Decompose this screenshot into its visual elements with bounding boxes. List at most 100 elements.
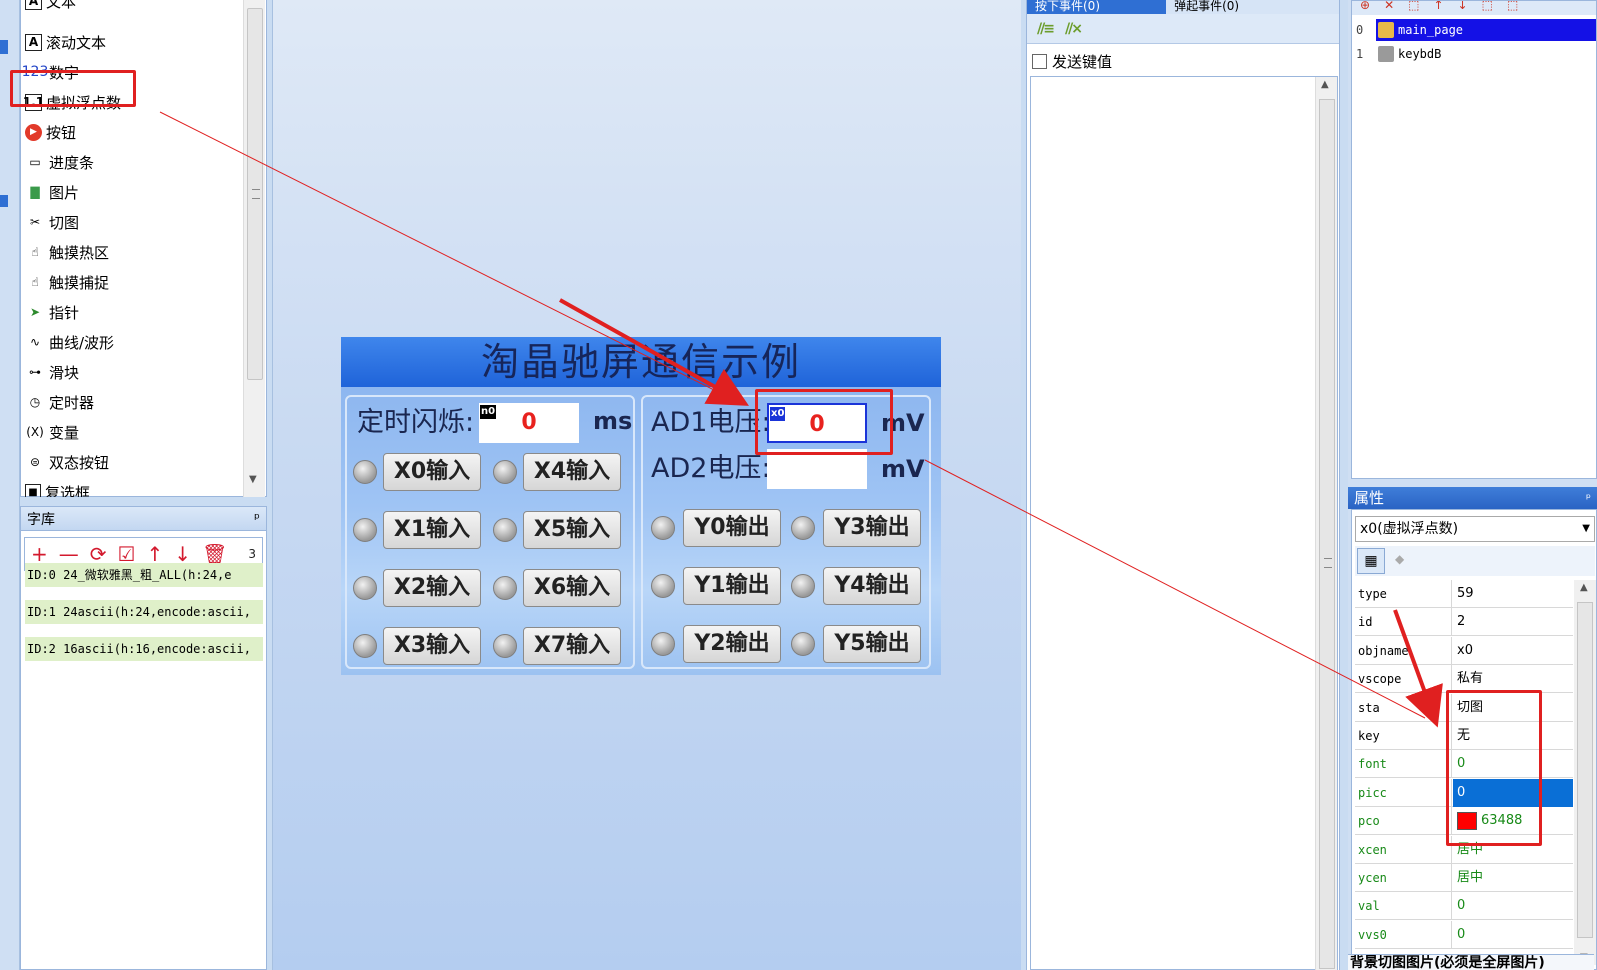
- property-row-objname[interactable]: objname x0: [1355, 636, 1573, 665]
- input-button[interactable]: X0输入: [383, 453, 481, 491]
- tool-progress-bar[interactable]: ▭ 进度条: [25, 149, 94, 175]
- tool-number[interactable]: 123 数字: [22, 59, 79, 85]
- property-value[interactable]: 切图: [1453, 694, 1573, 722]
- tool-picture[interactable]: ▇ 图片: [25, 179, 79, 205]
- tool-touch-capture[interactable]: ☝ 触摸捕捉: [25, 269, 109, 295]
- tool-touch-hotspot[interactable]: ☝ 触摸热区: [25, 239, 109, 265]
- property-value[interactable]: x0: [1453, 637, 1573, 665]
- design-canvas[interactable]: 淘晶驰屏通信示例 定时闪烁: n0 0 ms X0输入 X4输入 X1输入 X5输入 X…: [272, 0, 1021, 970]
- categorized-view-icon[interactable]: ▦: [1357, 548, 1385, 574]
- property-value[interactable]: 0: [1453, 921, 1573, 949]
- send-key-checkbox[interactable]: [1032, 53, 1047, 69]
- tab-press-event[interactable]: 按下事件(0): [1027, 0, 1167, 14]
- edge-marker: [0, 40, 8, 54]
- event-view-icon[interactable]: ◆: [1395, 552, 1404, 566]
- paste-page-icon[interactable]: ⬚: [1507, 1, 1518, 15]
- tab-release-event[interactable]: 弹起事件(0): [1166, 0, 1339, 14]
- tool-scroll-text[interactable]: A 滚动文本: [25, 29, 106, 55]
- input-button[interactable]: X5输入: [523, 511, 621, 549]
- comment-icon[interactable]: //≡: [1037, 21, 1055, 37]
- property-value[interactable]: 0: [1453, 892, 1573, 920]
- editor-scroll-thumb[interactable]: [1319, 99, 1335, 969]
- property-value[interactable]: 居中: [1453, 864, 1573, 892]
- pin-icon[interactable]: ᵖ: [1586, 487, 1591, 509]
- ad1-virtual-float-field[interactable]: x0 0: [767, 403, 867, 443]
- scroll-up-icon[interactable]: ▲: [1321, 79, 1329, 90]
- object-selector[interactable]: x0(虚拟浮点数) ▼: [1355, 516, 1595, 542]
- move-up-icon[interactable]: ↑: [1433, 1, 1443, 15]
- property-value[interactable]: 私有: [1453, 665, 1573, 693]
- send-key-checkbox-row[interactable]: 发送键值: [1027, 44, 1339, 78]
- property-row-vvs0[interactable]: vvs0 0: [1355, 920, 1573, 949]
- toolbox-scroll-thumb[interactable]: [247, 8, 263, 380]
- selected-object: x0(虚拟浮点数): [1360, 521, 1459, 537]
- move-down-icon[interactable]: ↓: [1458, 1, 1468, 15]
- input-button[interactable]: X4输入: [523, 453, 621, 491]
- tool-scissors[interactable]: ✂ 切图: [25, 209, 79, 235]
- page-item[interactable]: 0 main_page: [1352, 19, 1597, 41]
- copy-page-icon[interactable]: ⬚: [1482, 1, 1493, 15]
- tool-pointer[interactable]: ➤ 指针: [25, 299, 79, 325]
- property-row-sta[interactable]: sta 切图: [1355, 693, 1573, 722]
- property-value[interactable]: 无: [1453, 722, 1573, 750]
- output-button[interactable]: Y3输出: [823, 509, 921, 547]
- list-item[interactable]: ID:0 24_微软雅黑_粗_ALL(h:24,e: [25, 563, 263, 587]
- timer-number-field[interactable]: n0 0: [479, 403, 579, 443]
- property-value[interactable]: 59: [1453, 580, 1573, 608]
- output-button[interactable]: Y5输出: [823, 625, 921, 663]
- editor-scrollbar[interactable]: ▲: [1315, 77, 1337, 970]
- input-button[interactable]: X1输入: [383, 511, 481, 549]
- uncomment-icon[interactable]: //×: [1065, 21, 1083, 37]
- property-row-key[interactable]: key 无: [1355, 722, 1573, 750]
- output-button[interactable]: Y1输出: [683, 567, 781, 605]
- property-value[interactable]: 居中: [1453, 836, 1573, 864]
- properties-panel: x0(虚拟浮点数) ▼ ▦ ◆ type 59 id 2 objname x0 vscope…: [1351, 509, 1597, 970]
- property-scrollbar[interactable]: ▲ ▼: [1574, 580, 1596, 965]
- property-row-type[interactable]: type 59: [1355, 580, 1573, 608]
- output-button[interactable]: Y4输出: [823, 567, 921, 605]
- property-row-picc[interactable]: picc 0: [1355, 778, 1573, 807]
- property-scroll-thumb[interactable]: [1577, 602, 1593, 938]
- property-value[interactable]: 0: [1453, 750, 1573, 778]
- property-row-vscope[interactable]: vscope 私有: [1355, 665, 1573, 694]
- tool-dual-state-button[interactable]: ⊜ 双态按钮: [25, 449, 109, 475]
- property-row-pco[interactable]: pco 63488: [1355, 807, 1573, 836]
- property-value[interactable]: 2: [1453, 608, 1573, 636]
- chevron-down-icon[interactable]: ▼: [1582, 517, 1590, 541]
- toolbox-scrollbar[interactable]: ▼: [243, 0, 265, 497]
- input-button[interactable]: X3输入: [383, 627, 481, 665]
- output-button[interactable]: Y0输出: [683, 509, 781, 547]
- tool-waveform[interactable]: ∿ 曲线/波形: [25, 329, 114, 355]
- property-row-ycen[interactable]: ycen 居中: [1355, 864, 1573, 892]
- tool-slider[interactable]: ⊶ 滑块: [25, 359, 79, 385]
- event-code-editor[interactable]: ▲: [1030, 76, 1338, 970]
- tool-button[interactable]: ▶ 按钮: [25, 119, 76, 145]
- hmi-screen[interactable]: 淘晶驰屏通信示例 定时闪烁: n0 0 ms X0输入 X4输入 X1输入 X5输入 X…: [341, 337, 941, 675]
- add-page-icon[interactable]: ⊕: [1360, 1, 1370, 15]
- property-value[interactable]: 0: [1453, 778, 1573, 807]
- input-button[interactable]: X2输入: [383, 569, 481, 607]
- list-item[interactable]: ID:2 16ascii(h:16,encode:ascii,: [25, 637, 263, 661]
- tool-text[interactable]: A 文本: [25, 0, 76, 14]
- output-button[interactable]: Y2输出: [683, 625, 781, 663]
- scroll-down-icon[interactable]: ▼: [249, 474, 257, 485]
- property-row-font[interactable]: font 0: [1355, 750, 1573, 779]
- tool-timer[interactable]: ◷ 定时器: [25, 389, 94, 415]
- property-row-xcen[interactable]: xcen 居中: [1355, 835, 1573, 864]
- input-button[interactable]: X6输入: [523, 569, 621, 607]
- property-row-id[interactable]: id 2: [1355, 608, 1573, 637]
- tool-variable[interactable]: (X) 变量: [25, 419, 79, 445]
- tool-virtual-float[interactable]: 1.1 虚拟浮点数: [23, 89, 121, 115]
- rename-page-icon[interactable]: ⬚: [1408, 1, 1419, 15]
- pin-icon[interactable]: ᵖ: [254, 511, 260, 527]
- input-button[interactable]: X7输入: [523, 627, 621, 665]
- color-swatch[interactable]: [1457, 811, 1477, 830]
- delete-page-icon[interactable]: ✕: [1384, 1, 1394, 15]
- page-item[interactable]: 1 keybdB: [1352, 43, 1597, 65]
- scroll-up-icon[interactable]: ▲: [1580, 582, 1588, 593]
- property-value[interactable]: 63488: [1453, 807, 1573, 835]
- property-row-val[interactable]: val 0: [1355, 892, 1573, 921]
- tool-checkbox[interactable]: ■ 复选框: [25, 479, 90, 497]
- ad2-number-field[interactable]: [767, 449, 867, 489]
- list-item[interactable]: ID:1 24ascii(h:24,encode:ascii,: [25, 600, 263, 624]
